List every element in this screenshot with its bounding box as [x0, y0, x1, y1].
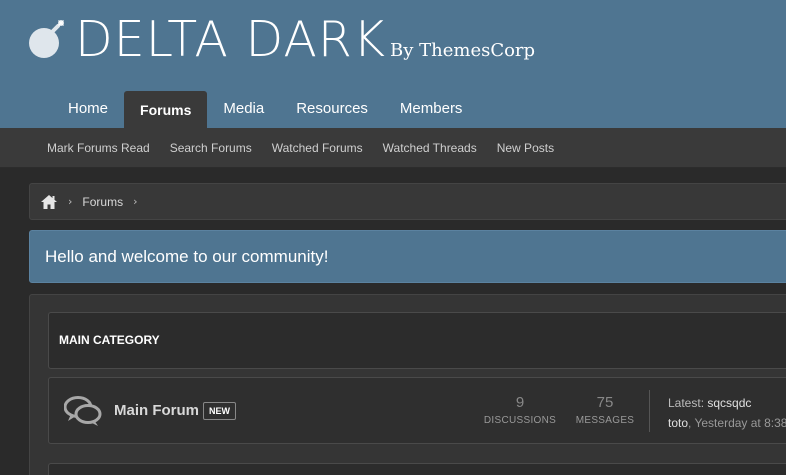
messages-stat: 75 MESSAGES — [565, 394, 645, 426]
latest-thread-link[interactable]: sqcsqdc — [707, 396, 751, 410]
latest-post-meta: toto, Yesterday at 8:38 — [668, 416, 786, 430]
forum-row[interactable] — [48, 463, 786, 475]
breadcrumb-separator: › — [133, 195, 138, 208]
breadcrumb-forums[interactable]: Forums — [82, 195, 123, 209]
main-nav: Home Forums Media Resources Members — [52, 91, 478, 128]
nav-tab-media[interactable]: Media — [207, 91, 280, 128]
subnav-new-posts[interactable]: New Posts — [487, 128, 564, 169]
forum-title[interactable]: Main Forum — [114, 402, 199, 419]
bomb-icon — [29, 19, 65, 58]
nav-tab-resources[interactable]: Resources — [280, 91, 384, 128]
chat-bubbles-icon — [64, 396, 102, 426]
messages-label: MESSAGES — [575, 415, 635, 426]
site-logo-byline: By ThemesCorp — [390, 40, 536, 61]
divider — [649, 390, 650, 432]
latest-user-link[interactable]: toto — [668, 416, 688, 430]
subnav-watched-forums[interactable]: Watched Forums — [262, 128, 373, 169]
sub-nav: Mark Forums Read Search Forums Watched F… — [0, 128, 786, 168]
discussions-label: DISCUSSIONS — [483, 415, 557, 426]
site-logo-title[interactable]: DELTA DARK — [75, 10, 386, 70]
discussions-stat: 9 DISCUSSIONS — [480, 394, 560, 426]
home-icon[interactable] — [40, 194, 58, 210]
nav-tab-forums[interactable]: Forums — [124, 91, 208, 128]
messages-count: 75 — [596, 394, 614, 411]
latest-prefix: Latest: — [668, 396, 705, 410]
latest-separator: , — [688, 416, 692, 430]
latest-time: Yesterday at 8:38 — [694, 416, 786, 430]
new-badge: NEW — [203, 402, 236, 420]
nav-tab-home[interactable]: Home — [52, 91, 124, 128]
site-header: DELTA DARK By ThemesCorp Home Forums Med… — [0, 0, 786, 128]
welcome-notice: Hello and welcome to our community! — [29, 230, 786, 283]
latest-post: Latest: sqcsqdc — [668, 396, 751, 410]
discussions-count: 9 — [515, 394, 525, 411]
category-header[interactable]: MAIN CATEGORY — [48, 312, 786, 369]
forum-row[interactable]: Main Forum NEW 9 DISCUSSIONS 75 MESSAGES… — [48, 377, 786, 444]
breadcrumb: › Forums › — [29, 183, 786, 220]
nav-tab-members[interactable]: Members — [384, 91, 479, 128]
breadcrumb-separator: › — [68, 195, 73, 208]
subnav-watched-threads[interactable]: Watched Threads — [373, 128, 487, 169]
subnav-search-forums[interactable]: Search Forums — [160, 128, 262, 169]
subnav-mark-forums-read[interactable]: Mark Forums Read — [37, 128, 160, 169]
